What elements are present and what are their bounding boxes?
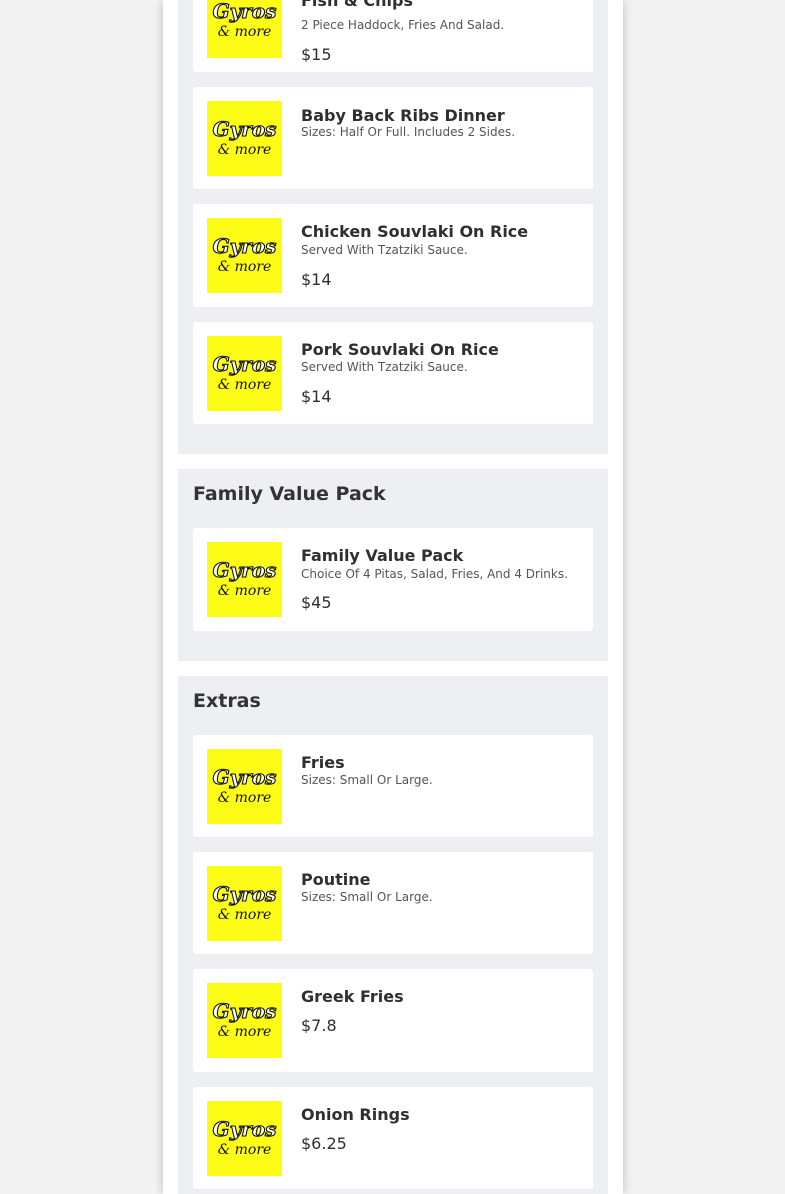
menu-section-extras: Extras Fries Sizes: Small Or Large. Pout… bbox=[178, 676, 608, 1194]
item-description: Sizes: Small Or Large. bbox=[301, 890, 433, 904]
item-price: $14 bbox=[301, 387, 332, 406]
gyros-and-more-logo bbox=[207, 1101, 282, 1176]
item-name: Fries bbox=[301, 753, 345, 772]
item-description: Served With Tzatziki Sauce. bbox=[301, 360, 468, 374]
item-name: Poutine bbox=[301, 870, 371, 889]
menu-section-family-value-pack: Family Value Pack Family Value Pack Choi… bbox=[178, 469, 608, 661]
item-name: Pork Souvlaki On Rice bbox=[301, 340, 499, 359]
item-price: $7.8 bbox=[301, 1016, 337, 1035]
item-price: $6.25 bbox=[301, 1134, 347, 1153]
menu-item-card[interactable]: Poutine Sizes: Small Or Large. bbox=[193, 852, 593, 954]
gyros-and-more-logo bbox=[207, 983, 282, 1058]
item-name: Baby Back Ribs Dinner bbox=[301, 106, 505, 125]
gyros-and-more-logo bbox=[207, 0, 282, 58]
menu-item-card[interactable]: Fries Sizes: Small Or Large. bbox=[193, 735, 593, 837]
item-name: Family Value Pack bbox=[301, 546, 464, 565]
menu-item-card[interactable]: Baby Back Ribs Dinner Sizes: Half Or Ful… bbox=[193, 87, 593, 189]
menu-page: Gyros & more Fish & Chips 2 Piece Haddoc… bbox=[163, 0, 623, 1194]
menu-item-card[interactable]: Chicken Souvlaki On Rice Served With Tza… bbox=[193, 204, 593, 307]
section-title: Family Value Pack bbox=[193, 483, 386, 505]
menu-item-card[interactable]: Pork Souvlaki On Rice Served With Tzatzi… bbox=[193, 322, 593, 424]
gyros-and-more-logo bbox=[207, 749, 282, 824]
menu-item-card[interactable]: Onion Rings $6.25 bbox=[193, 1087, 593, 1189]
item-description: Choice Of 4 Pitas, Salad, Fries, And 4 D… bbox=[301, 567, 568, 581]
item-description: Sizes: Small Or Large. bbox=[301, 773, 433, 787]
gyros-and-more-logo bbox=[207, 866, 282, 941]
gyros-and-more-logo bbox=[207, 336, 282, 411]
menu-item-card[interactable]: Greek Fries $7.8 bbox=[193, 969, 593, 1072]
item-description: 2 Piece Haddock, Fries And Salad. bbox=[301, 18, 505, 32]
item-price: $14 bbox=[301, 270, 332, 289]
item-name: Fish & Chips bbox=[301, 0, 414, 10]
menu-item-card[interactable]: Fish & Chips 2 Piece Haddock, Fries And … bbox=[193, 0, 593, 72]
item-name: Onion Rings bbox=[301, 1105, 410, 1124]
gyros-and-more-logo bbox=[207, 101, 282, 176]
item-price: $45 bbox=[301, 593, 332, 612]
gyros-and-more-logo bbox=[207, 218, 282, 293]
item-name: Greek Fries bbox=[301, 987, 404, 1006]
item-price: $15 bbox=[301, 45, 332, 64]
menu-section-dinners: Fish & Chips 2 Piece Haddock, Fries And … bbox=[178, 0, 608, 454]
item-name: Chicken Souvlaki On Rice bbox=[301, 222, 529, 241]
gyros-and-more-logo bbox=[207, 542, 282, 617]
item-description: Sizes: Half Or Full. Includes 2 Sides. bbox=[301, 125, 516, 139]
section-title: Extras bbox=[193, 690, 261, 712]
item-description: Served With Tzatziki Sauce. bbox=[301, 243, 468, 257]
menu-item-card[interactable]: Family Value Pack Choice Of 4 Pitas, Sal… bbox=[193, 528, 593, 631]
